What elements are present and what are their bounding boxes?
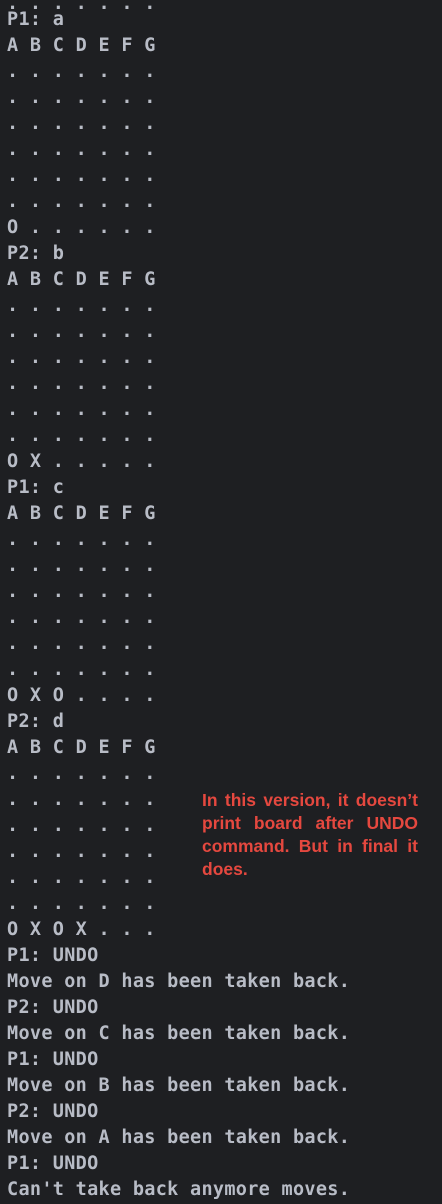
terminal-line: . . . . . . . (7, 425, 156, 446)
terminal-output: . . . . . . . P1: a A B C D E F G . . . … (0, 0, 442, 1204)
terminal-line: . . . . . . . (7, 607, 156, 628)
terminal-line: . . . . . . . (7, 295, 156, 316)
terminal-line: . . . . . . . (7, 321, 156, 342)
terminal-line: . . . . . . . (7, 139, 156, 160)
terminal-line: P1: UNDO (7, 1153, 99, 1174)
terminal-line: . . . . . . . (7, 347, 156, 368)
terminal-line: . . . . . . . (7, 87, 156, 108)
terminal-line: Move on A has been taken back. (7, 1127, 351, 1148)
terminal-line: A B C D E F G (7, 503, 156, 524)
terminal-line: . . . . . . . (7, 61, 156, 82)
annotation-note: In this version, it doesn’t print board … (202, 790, 418, 879)
terminal-line: . . . . . . . (7, 191, 156, 212)
terminal-line: Move on C has been taken back. (7, 1023, 351, 1044)
terminal-line: . . . . . . . (7, 165, 156, 186)
terminal-line: P1: UNDO (7, 945, 99, 966)
terminal-line: O X O . . . . (7, 685, 156, 706)
terminal-line: . . . . . . . (7, 633, 156, 654)
terminal-line: Can't take back anymore moves. (7, 1179, 351, 1200)
terminal-line: Move on D has been taken back. (7, 971, 351, 992)
terminal-line: A B C D E F G (7, 737, 156, 758)
terminal-line: . . . . . . . (7, 893, 156, 914)
terminal-line: . . . . . . . (7, 789, 156, 810)
terminal-line: . . . . . . . (7, 841, 156, 862)
terminal-line: . . . . . . . (7, 373, 156, 394)
terminal-line: Move on B has been taken back. (7, 1075, 351, 1096)
terminal-line: P1: c (7, 477, 65, 498)
terminal-line: A B C D E F G (7, 269, 156, 290)
terminal-line: . . . . . . . (7, 763, 156, 784)
terminal-line: . . . . . . . (7, 815, 156, 836)
terminal-line: O X . . . . . (7, 451, 156, 472)
terminal-line: . . . . . . . (7, 867, 156, 888)
terminal-line: . . . . . . . (7, 581, 156, 602)
terminal-line: O X O X . . . (7, 919, 156, 940)
terminal-line: P2: d (7, 711, 65, 732)
terminal-line: . . . . . . . (7, 659, 156, 680)
terminal-line: . . . . . . . (7, 399, 156, 420)
terminal-line: P1: a (7, 9, 65, 30)
terminal-line: A B C D E F G (7, 35, 156, 56)
terminal-line: O . . . . . . (7, 217, 156, 238)
terminal-line: . . . . . . . (7, 529, 156, 550)
terminal-line: P2: UNDO (7, 997, 99, 1018)
terminal-line: P2: UNDO (7, 1101, 99, 1122)
terminal-line: . . . . . . . (7, 555, 156, 576)
terminal-line: . . . . . . . (7, 113, 156, 134)
terminal-line: P1: UNDO (7, 1049, 99, 1070)
terminal-line: P2: b (7, 243, 65, 264)
